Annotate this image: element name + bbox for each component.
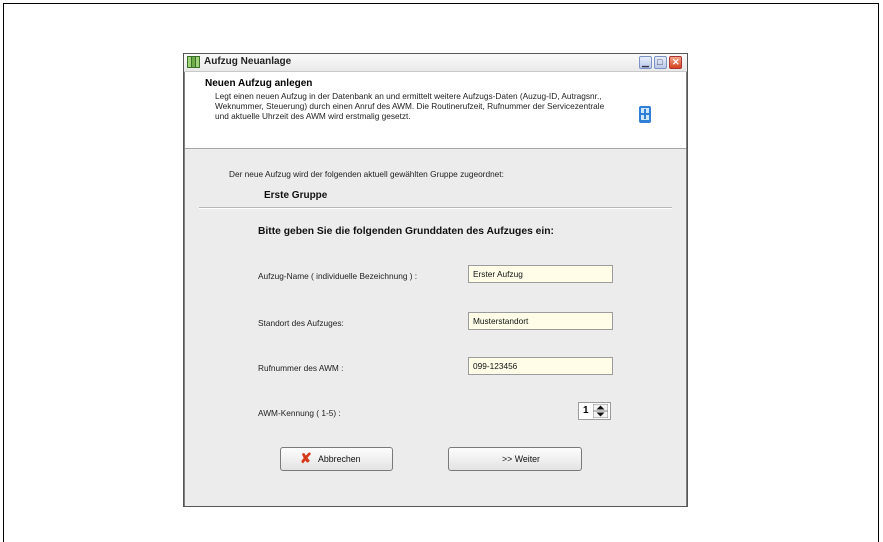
- standort-input[interactable]: Musterstandort: [468, 312, 613, 330]
- phone-label: Rufnummer des AWM :: [258, 363, 344, 373]
- close-button[interactable]: ✕: [669, 56, 682, 69]
- rufnummer-input[interactable]: 099-123456: [468, 357, 613, 375]
- next-button-label: >> Weiter: [502, 454, 540, 464]
- wizard-header: Neuen Aufzug anlegen Legt einen neuen Au…: [185, 72, 686, 149]
- awm-id-value: 1: [583, 405, 589, 416]
- group-name: Erste Gruppe: [264, 190, 328, 201]
- wizard-icon: [639, 106, 651, 123]
- awm-id-spinner[interactable]: 1: [578, 402, 611, 420]
- title-bar[interactable]: Aufzug Neuanlage ▁ □ ✕: [184, 54, 687, 72]
- next-button[interactable]: >> Weiter: [448, 447, 582, 471]
- window-title: Aufzug Neuanlage: [204, 56, 292, 67]
- name-label: Aufzug-Name ( individuelle Bezeichnung )…: [258, 271, 418, 281]
- header-description: Legt einen neuen Aufzug in der Datenbank…: [215, 91, 605, 121]
- cancel-button-label: Abbrechen: [318, 454, 361, 464]
- wizard-content: Der neue Aufzug wird der folgenden aktue…: [185, 149, 686, 506]
- app-icon: [187, 56, 200, 68]
- awm-id-label: AWM-Kennung ( 1-5) :: [258, 408, 341, 418]
- cancel-icon: ✘: [300, 450, 312, 466]
- close-icon: ✕: [672, 57, 680, 67]
- location-label: Standort des Aufzuges:: [258, 318, 344, 328]
- group-intro-text: Der neue Aufzug wird der folgenden aktue…: [229, 169, 504, 179]
- divider: [199, 207, 672, 209]
- header-title: Neuen Aufzug anlegen: [205, 78, 313, 89]
- minimize-button[interactable]: ▁: [639, 56, 652, 69]
- spinner-arrows-icon[interactable]: [593, 404, 608, 418]
- maximize-icon: □: [657, 57, 663, 67]
- aufzug-name-input[interactable]: Erster Aufzug: [468, 265, 613, 283]
- dialog-window: Aufzug Neuanlage ▁ □ ✕ Neuen Aufzug anle…: [183, 53, 688, 507]
- form-heading: Bitte geben Sie die folgenden Grunddaten…: [258, 226, 554, 237]
- cancel-button[interactable]: ✘ Abbrechen: [280, 447, 393, 471]
- maximize-button[interactable]: □: [654, 56, 667, 69]
- minimize-icon: ▁: [642, 57, 649, 67]
